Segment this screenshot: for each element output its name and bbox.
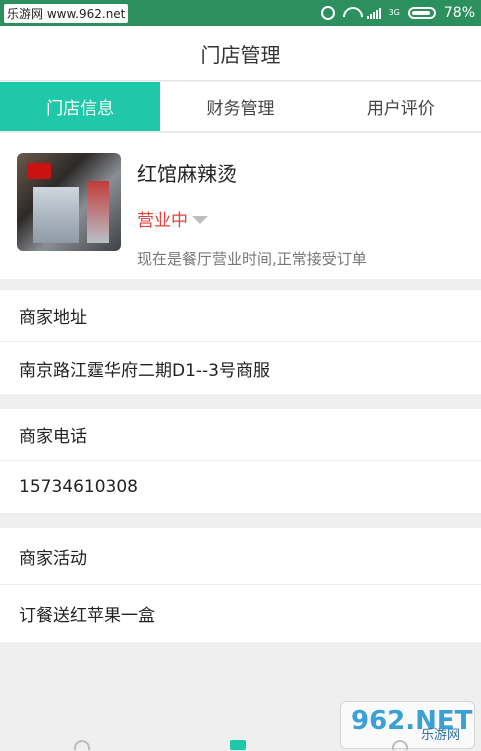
wifi-icon: [343, 7, 359, 19]
address-section: 商家地址 南京路江霆华府二期D1--3号商服: [0, 290, 481, 394]
shop-status-description: 现在是餐厅营业时间,正常接受订单: [137, 250, 367, 268]
battery-percent: 78%: [443, 5, 475, 21]
page-title: 门店管理: [200, 42, 281, 67]
home-icon[interactable]: [74, 740, 90, 750]
store-icon[interactable]: [230, 740, 246, 750]
alarm-icon: [320, 6, 335, 20]
phone-value[interactable]: 15734610308: [0, 461, 481, 513]
battery-icon: [407, 7, 436, 19]
signal-icon: [366, 7, 381, 19]
shop-status: 营业中: [137, 211, 188, 231]
shop-name: 红馆麻辣烫: [137, 162, 237, 186]
site-watermark: 乐游网 www.962.net: [4, 4, 129, 23]
shop-photo[interactable]: [17, 153, 121, 251]
tab-reviews[interactable]: 用户评价: [321, 82, 481, 131]
tab-bar: 门店信息 财务管理 用户评价: [0, 82, 481, 132]
title-bar: 门店管理: [0, 26, 481, 81]
activity-value[interactable]: 订餐送红苹果一盒: [0, 585, 481, 642]
address-title: 商家地址: [0, 290, 481, 342]
network-type: 3G: [388, 8, 400, 17]
address-value[interactable]: 南京路江霆华府二期D1--3号商服: [0, 342, 481, 394]
dropdown-triangle-icon[interactable]: [192, 215, 208, 224]
profile-icon[interactable]: [392, 740, 408, 750]
tab-finance[interactable]: 财务管理: [160, 82, 320, 131]
phone-title: 商家电话: [0, 409, 481, 461]
shop-status-selector[interactable]: 营业中: [137, 206, 208, 231]
activity-title: 商家活动: [0, 528, 481, 585]
tab-store-info[interactable]: 门店信息: [0, 82, 161, 131]
bottom-nav: [0, 740, 481, 751]
activity-section: 商家活动 订餐送红苹果一盒: [0, 528, 481, 642]
shop-card: 红馆麻辣烫 营业中 现在是餐厅营业时间,正常接受订单: [0, 133, 481, 279]
status-bar: 乐游网 www.962.net 3G 78%: [0, 0, 481, 26]
phone-section: 商家电话 15734610308: [0, 409, 481, 513]
